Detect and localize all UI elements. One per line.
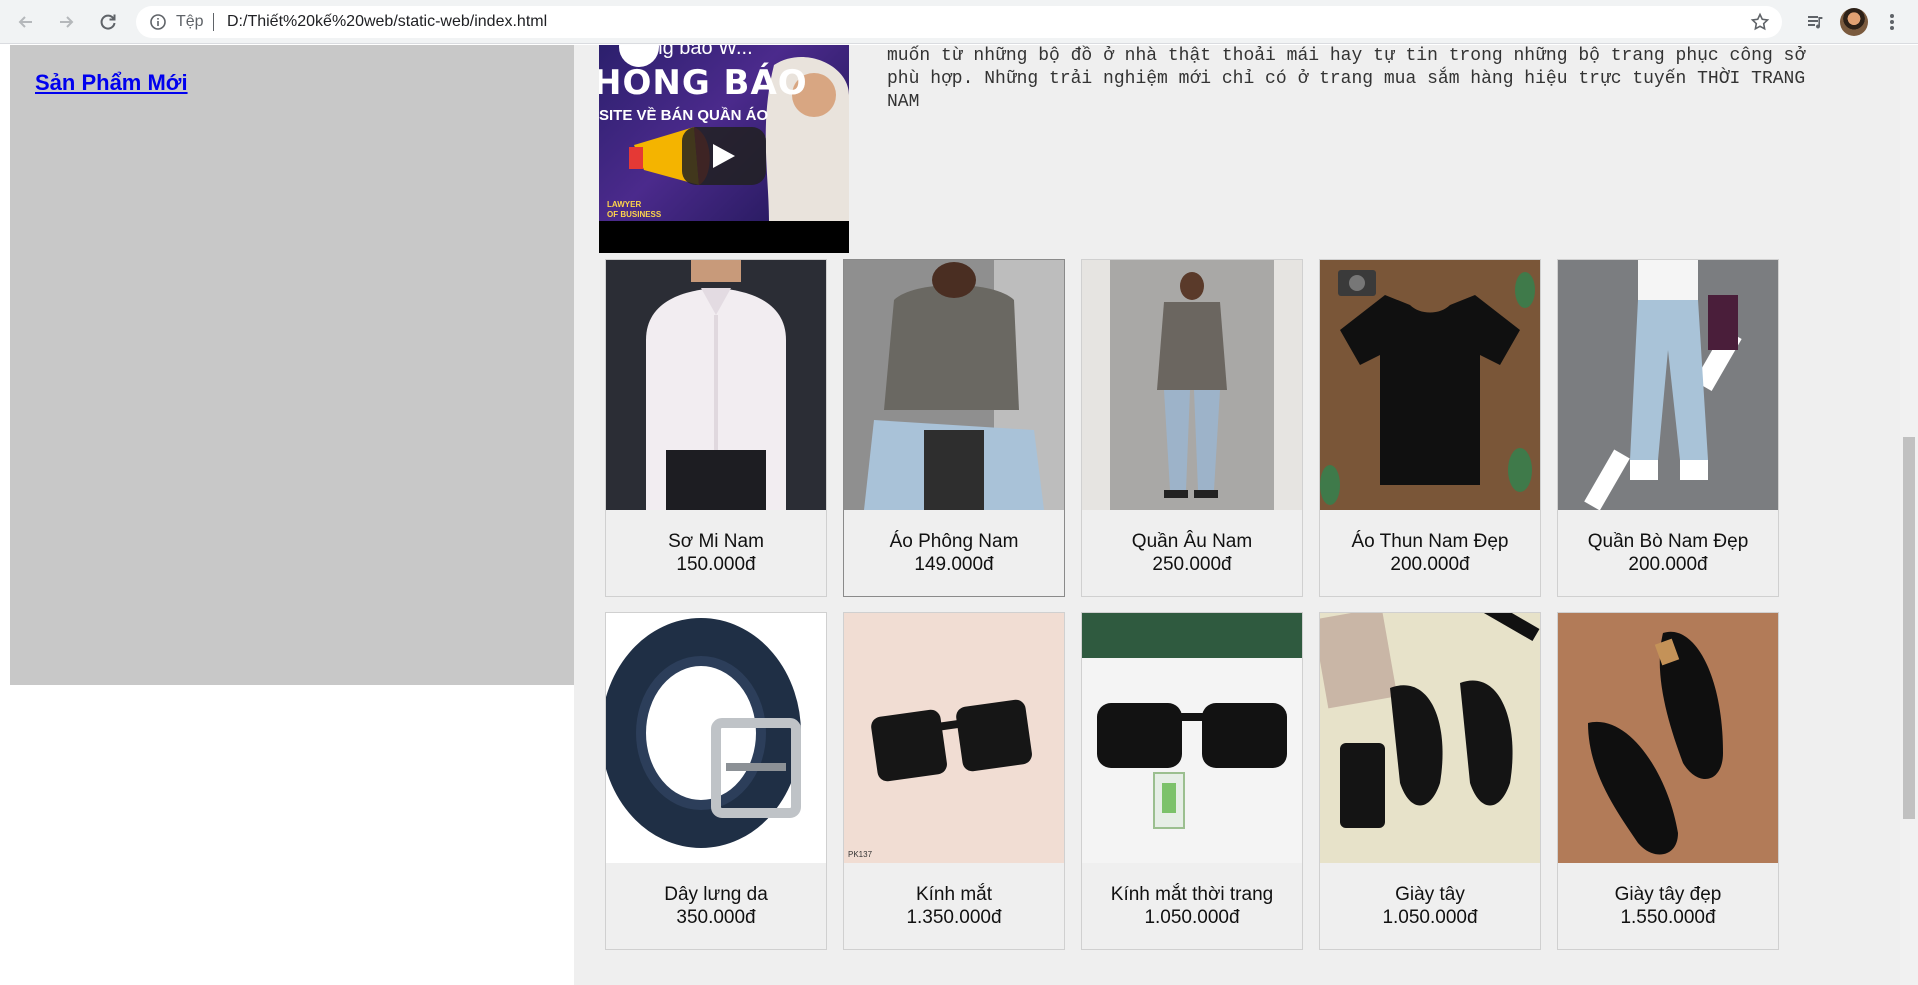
video-embed[interactable]: LAWYER OF BUSINESS Thông báo W... HONG B… (599, 45, 849, 253)
product-card[interactable]: Quần Âu Nam 250.000đ (1081, 259, 1303, 597)
product-price: 1.350.000đ (906, 907, 1002, 928)
avatar[interactable] (1840, 8, 1868, 36)
forward-arrow-icon[interactable] (52, 8, 80, 36)
url-text[interactable]: D:/Thiết%20kế%20web/static-web/index.htm… (227, 13, 547, 31)
product-card[interactable]: PK137 Kính mắt 1.350.000đ (843, 612, 1065, 950)
product-image-belt (606, 613, 826, 863)
product-image-fashion-sunglasses (1082, 613, 1302, 863)
video-poster-subtitle: SITE VỀ BÁN QUẦN ÁO (599, 107, 769, 124)
product-image-shirt (606, 260, 826, 510)
product-name: Sơ Mi Nam (668, 531, 764, 552)
product-image-shoes-pair (1558, 613, 1778, 863)
product-name: Quần Bò Nam Đẹp (1587, 531, 1749, 552)
product-card[interactable]: Áo Phông Nam 149.000đ (843, 259, 1065, 597)
back-arrow-icon[interactable] (12, 8, 40, 36)
product-price: 250.000đ (1152, 554, 1232, 575)
intro-paragraph: muốn từ những bộ đồ ở nhà thật thoải mái… (887, 46, 1806, 112)
product-card[interactable]: Quần Bò Nam Đẹp 200.000đ (1557, 259, 1779, 597)
address-divider (213, 13, 214, 31)
product-image-sunglasses: PK137 (844, 613, 1064, 863)
new-products-link[interactable]: Sản Phẩm Mới (35, 70, 188, 96)
product-name: Kính mắt thời trang (1110, 884, 1274, 905)
product-name: Giày tây đẹp (1614, 884, 1722, 905)
play-icon (713, 144, 735, 168)
product-price: 150.000đ (676, 554, 756, 575)
product-price: 1.550.000đ (1620, 907, 1716, 928)
product-price: 1.050.000đ (1382, 907, 1478, 928)
main-content: LAWYER OF BUSINESS Thông báo W... HONG B… (574, 45, 1900, 985)
product-card[interactable]: Kính mắt thời trang 1.050.000đ (1081, 612, 1303, 950)
video-poster-heading: HONG BÁO (599, 63, 808, 103)
product-price: 350.000đ (676, 907, 756, 928)
product-price: 149.000đ (914, 554, 994, 575)
product-name: Dây lưng da (664, 884, 768, 905)
product-image-trousers (1082, 260, 1302, 510)
scrollbar-thumb[interactable] (1903, 437, 1915, 819)
svg-text:LAWYER: LAWYER (607, 200, 641, 209)
product-card[interactable]: Áo Thun Nam Đẹp 200.000đ (1319, 259, 1541, 597)
svg-text:PK137: PK137 (848, 850, 873, 859)
play-button[interactable] (682, 127, 766, 185)
product-image-dress-shoes (1320, 613, 1540, 863)
product-name: Áo Phông Nam (889, 531, 1019, 552)
media-playlist-icon[interactable] (1802, 8, 1830, 36)
product-price: 200.000đ (1628, 554, 1708, 575)
product-price: 200.000đ (1390, 554, 1470, 575)
info-icon[interactable] (150, 14, 166, 35)
file-scheme-label: Tệp (176, 13, 204, 30)
reload-icon[interactable] (94, 8, 122, 36)
page-viewport: Sản Phẩm Mới LAWYER OF BUSINESS Thông bá… (0, 45, 1900, 985)
product-card[interactable]: Giày tây đẹp 1.550.000đ (1557, 612, 1779, 950)
address-bar[interactable]: Tệp D:/Thiết%20kế%20web/static-web/index… (136, 6, 1782, 38)
kebab-menu-icon[interactable] (1878, 8, 1906, 36)
sidebar: Sản Phẩm Mới (10, 45, 574, 685)
product-name: Quần Âu Nam (1131, 531, 1253, 552)
product-name: Giày tây (1395, 884, 1465, 905)
product-image-tshirt-grey (844, 260, 1064, 510)
browser-toolbar: Tệp D:/Thiết%20kế%20web/static-web/index… (0, 0, 1918, 44)
video-title: Thông báo W... (617, 45, 753, 59)
svg-text:OF BUSINESS: OF BUSINESS (607, 210, 662, 219)
product-image-tshirt-black (1320, 260, 1540, 510)
product-name: Áo Thun Nam Đẹp (1351, 531, 1509, 552)
product-price: 1.050.000đ (1144, 907, 1240, 928)
product-card[interactable]: Dây lưng da 350.000đ (605, 612, 827, 950)
product-name: Kính mắt (915, 884, 993, 905)
star-icon[interactable] (1750, 12, 1770, 37)
product-card[interactable]: Giày tây 1.050.000đ (1319, 612, 1541, 950)
product-image-jeans (1558, 260, 1778, 510)
product-card[interactable]: Sơ Mi Nam 150.000đ (605, 259, 827, 597)
vertical-scrollbar[interactable] (1900, 45, 1918, 985)
